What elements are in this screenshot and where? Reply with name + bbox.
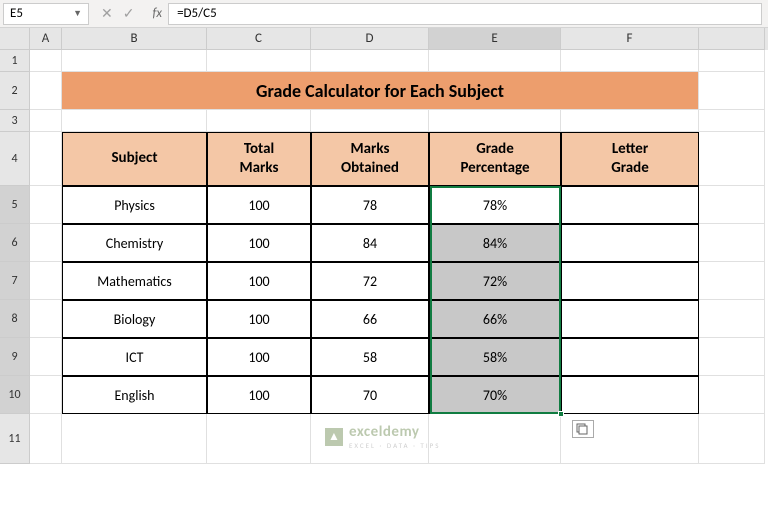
select-all-corner[interactable] — [0, 28, 30, 50]
watermark-sub: EXCEL · DATA · TIPS — [349, 441, 440, 450]
hdr-grade[interactable]: GradePercentage — [429, 132, 561, 186]
subject-4[interactable]: ICT — [62, 338, 207, 376]
rownum-1[interactable]: 1 — [0, 50, 30, 72]
obtained-3[interactable]: 66 — [311, 300, 429, 338]
letter-2[interactable] — [561, 262, 699, 300]
col-head-d[interactable]: D — [311, 28, 429, 50]
row-5: 5 Physics 100 78 78% — [0, 186, 768, 224]
row-7: 7 Mathematics 100 72 72% — [0, 262, 768, 300]
subject-2[interactable]: Mathematics — [62, 262, 207, 300]
subject-1[interactable]: Chemistry — [62, 224, 207, 262]
letter-0[interactable] — [561, 186, 699, 224]
pct-1[interactable]: 84% — [429, 224, 561, 262]
col-head-f[interactable]: F — [561, 28, 699, 50]
letter-1[interactable] — [561, 224, 699, 262]
letter-4[interactable] — [561, 338, 699, 376]
total-2[interactable]: 100 — [207, 262, 311, 300]
col-head-b[interactable]: B — [62, 28, 207, 50]
name-box[interactable]: E5 ▼ — [3, 3, 89, 25]
formula-bar[interactable]: =D5/C5 — [168, 3, 762, 25]
rownum-5[interactable]: 5 — [0, 186, 30, 224]
column-headers: A B C D E F — [0, 28, 768, 50]
obtained-5[interactable]: 70 — [311, 376, 429, 414]
total-0[interactable]: 100 — [207, 186, 311, 224]
letter-5[interactable] — [561, 376, 699, 414]
formula-value: =D5/C5 — [177, 6, 217, 21]
rownum-10[interactable]: 10 — [0, 376, 30, 414]
watermark-text: exceldemy — [349, 423, 440, 441]
rownum-11[interactable]: 11 — [0, 414, 30, 464]
spreadsheet-grid[interactable]: A B C D E F 1 2 Grade Calculator for Eac… — [0, 28, 768, 464]
row-10: 10 English 100 70 70% — [0, 376, 768, 414]
rownum-8[interactable]: 8 — [0, 300, 30, 338]
subject-5[interactable]: English — [62, 376, 207, 414]
rownum-3[interactable]: 3 — [0, 110, 30, 132]
rownum-2[interactable]: 2 — [0, 72, 30, 110]
col-head-a[interactable]: A — [30, 28, 62, 50]
col-head-e[interactable]: E — [429, 28, 561, 50]
formula-bar-controls: ✕ ✓ — [89, 5, 146, 22]
col-head-g[interactable] — [699, 28, 765, 50]
cancel-icon[interactable]: ✕ — [101, 5, 113, 22]
enter-icon[interactable]: ✓ — [123, 5, 135, 22]
row-1: 1 — [0, 50, 768, 72]
total-3[interactable]: 100 — [207, 300, 311, 338]
pct-0[interactable]: 78% — [429, 186, 561, 224]
total-4[interactable]: 100 — [207, 338, 311, 376]
autofill-options-icon[interactable] — [572, 420, 594, 438]
total-1[interactable]: 100 — [207, 224, 311, 262]
fill-handle[interactable] — [558, 411, 564, 417]
hdr-letter[interactable]: LetterGrade — [561, 132, 699, 186]
rownum-7[interactable]: 7 — [0, 262, 30, 300]
pct-2[interactable]: 72% — [429, 262, 561, 300]
row-6: 6 Chemistry 100 84 84% — [0, 224, 768, 262]
rownum-9[interactable]: 9 — [0, 338, 30, 376]
rownum-6[interactable]: 6 — [0, 224, 30, 262]
hdr-obtained[interactable]: MarksObtained — [311, 132, 429, 186]
pct-4[interactable]: 58% — [429, 338, 561, 376]
fx-label[interactable]: fx — [146, 6, 168, 21]
obtained-2[interactable]: 72 — [311, 262, 429, 300]
col-head-c[interactable]: C — [207, 28, 311, 50]
row-3: 3 — [0, 110, 768, 132]
pct-3[interactable]: 66% — [429, 300, 561, 338]
chevron-down-icon[interactable]: ▼ — [73, 8, 82, 19]
pct-5[interactable]: 70% — [429, 376, 561, 414]
hdr-subject[interactable]: Subject — [62, 132, 207, 186]
row-4: 4 Subject TotalMarks MarksObtained Grade… — [0, 132, 768, 186]
obtained-4[interactable]: 58 — [311, 338, 429, 376]
row-2: 2 Grade Calculator for Each Subject — [0, 72, 768, 110]
total-5[interactable]: 100 — [207, 376, 311, 414]
title-cell[interactable]: Grade Calculator for Each Subject — [62, 72, 699, 110]
watermark-logo-icon: ▲ — [325, 428, 343, 446]
letter-3[interactable] — [561, 300, 699, 338]
subject-3[interactable]: Biology — [62, 300, 207, 338]
watermark: ▲ exceldemy EXCEL · DATA · TIPS — [325, 423, 440, 450]
formula-bar-row: E5 ▼ ✕ ✓ fx =D5/C5 — [0, 0, 768, 28]
row-9: 9 ICT 100 58 58% — [0, 338, 768, 376]
row-8: 8 Biology 100 66 66% — [0, 300, 768, 338]
hdr-total[interactable]: TotalMarks — [207, 132, 311, 186]
name-box-value: E5 — [10, 6, 23, 21]
rownum-4[interactable]: 4 — [0, 132, 30, 186]
obtained-1[interactable]: 84 — [311, 224, 429, 262]
obtained-0[interactable]: 78 — [311, 186, 429, 224]
subject-0[interactable]: Physics — [62, 186, 207, 224]
